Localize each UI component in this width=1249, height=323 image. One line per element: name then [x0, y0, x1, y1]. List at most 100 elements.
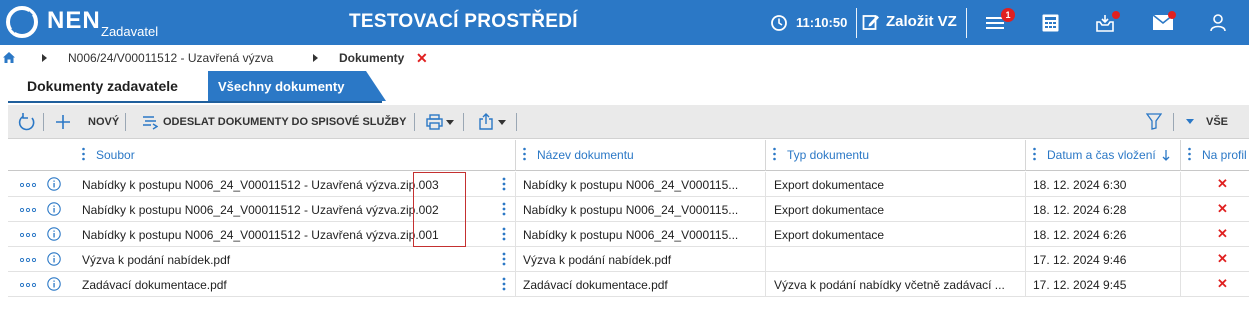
info-icon[interactable] [47, 252, 61, 266]
export-icon[interactable] [478, 113, 494, 130]
session-clock: 11:10:50 [796, 15, 848, 30]
cell-divider [515, 222, 516, 247]
not-on-profile-icon: ✕ [1217, 176, 1228, 191]
view-all-button[interactable]: VŠE [1206, 116, 1228, 128]
send-list-icon[interactable] [142, 114, 158, 130]
toolbar-divider [516, 113, 517, 131]
header-divider [856, 8, 857, 38]
tab-all-documents[interactable]: Všechny dokumenty [218, 79, 344, 94]
column-header-document-name[interactable]: Název dokumentu [537, 148, 634, 162]
cell-date: 17. 12. 2024 9:46 [1033, 253, 1127, 267]
more-options-icon[interactable] [20, 208, 36, 212]
cell-divider [1180, 197, 1181, 222]
filter-icon[interactable] [1146, 113, 1162, 130]
edit-icon[interactable] [862, 13, 880, 31]
table-row[interactable]: Zadávací dokumentace.pdf Zadávací dokumen… [8, 272, 1249, 297]
logo-text: NEN [47, 7, 101, 34]
column-header-document-type[interactable]: Typ dokumentu [787, 148, 869, 162]
calculator-icon[interactable] [1042, 14, 1059, 32]
table-header: Soubor Název dokumentu Typ dokumentu Dat… [8, 140, 1249, 171]
cell-file[interactable]: Zadávací dokumentace.pdf [82, 278, 492, 292]
cell-date: 18. 12. 2024 6:28 [1033, 203, 1127, 217]
more-options-icon[interactable] [20, 233, 36, 237]
column-divider [1180, 140, 1181, 171]
not-on-profile-icon: ✕ [1217, 251, 1228, 266]
cell-document-type: Export dokumentace [774, 178, 885, 192]
home-icon[interactable] [3, 52, 15, 63]
more-options-icon[interactable] [20, 283, 36, 287]
info-icon[interactable] [47, 277, 61, 291]
row-menu-icon[interactable] [502, 177, 506, 191]
nen-logo-icon[interactable] [4, 4, 40, 40]
column-menu-icon[interactable] [523, 147, 526, 161]
cell-divider [515, 272, 516, 297]
close-icon[interactable]: ✕ [416, 50, 428, 67]
plus-icon[interactable] [55, 114, 71, 130]
breadcrumb: N006/24/V00011512 - Uzavřená výzva Dokum… [0, 45, 1249, 71]
tab-underline [8, 101, 382, 103]
cell-divider [1180, 172, 1181, 197]
logo-subtitle: Zadavatel [101, 24, 159, 39]
info-icon[interactable] [47, 202, 61, 216]
column-menu-icon[interactable] [773, 147, 776, 161]
column-menu-icon[interactable] [82, 147, 85, 161]
send-to-records-button[interactable]: ODESLAT DOKUMENTY DO SPISOVÉ SLUŽBY [163, 116, 406, 128]
column-menu-icon[interactable] [1188, 147, 1191, 161]
table-row[interactable]: Nabídky k postupu N006_24_V00011512 - Uz… [8, 197, 1249, 222]
toolbar-divider [414, 113, 415, 131]
cell-document-type: Export dokumentace [774, 203, 885, 217]
row-menu-icon[interactable] [502, 202, 506, 216]
cell-document-type: Export dokumentace [774, 228, 885, 242]
column-header-date[interactable]: Datum a čas vložení [1047, 148, 1156, 162]
column-header-file[interactable]: Soubor [96, 148, 135, 162]
info-icon[interactable] [47, 177, 61, 191]
chevron-down-icon[interactable] [1186, 119, 1194, 124]
chevron-right-icon [42, 54, 47, 62]
column-menu-icon[interactable] [1033, 147, 1036, 161]
cell-divider [1025, 197, 1026, 222]
cell-divider [765, 197, 766, 222]
user-icon[interactable] [1210, 14, 1226, 32]
notification-badge: 1 [1001, 8, 1015, 22]
cell-file[interactable]: Výzva k podání nabídek.pdf [82, 253, 492, 267]
environment-title: TESTOVACÍ PROSTŘEDÍ [349, 11, 578, 32]
row-menu-icon[interactable] [502, 252, 506, 266]
breadcrumb-item-contract[interactable]: N006/24/V00011512 - Uzavřená výzva [68, 51, 273, 65]
sort-descending-icon[interactable] [1162, 150, 1170, 161]
column-divider [765, 140, 766, 171]
print-icon[interactable] [426, 114, 443, 130]
cell-document-type: Výzva k podání nabídky včetně zadávací .… [774, 278, 1005, 292]
tab-issuer-documents[interactable]: Dokumenty zadavatele [8, 71, 208, 103]
column-divider [515, 140, 516, 171]
table-row[interactable]: Výzva k podání nabídek.pdf Výzva k podání… [8, 247, 1249, 272]
inbox-alert-dot [1112, 11, 1120, 19]
cell-divider [765, 272, 766, 297]
toolbar-divider [463, 113, 464, 131]
toolbar-divider [125, 113, 126, 131]
cell-divider [765, 247, 766, 272]
table-row[interactable]: Nabídky k postupu N006_24_V00011512 - Uz… [8, 172, 1249, 197]
chevron-down-icon[interactable] [498, 120, 506, 125]
row-menu-icon[interactable] [502, 227, 506, 241]
chevron-down-icon[interactable] [446, 120, 454, 125]
refresh-icon[interactable] [18, 113, 36, 131]
chevron-right-icon [313, 54, 318, 62]
more-options-icon[interactable] [20, 258, 36, 262]
file-extension-highlight [413, 172, 466, 247]
cell-document-name: Nabídky k postupu N006_24_V000115... [523, 203, 739, 217]
toolbar-divider [43, 113, 44, 131]
create-contract-button[interactable]: Založit VZ [886, 13, 957, 30]
cell-divider [515, 197, 516, 222]
more-options-icon[interactable] [20, 183, 36, 187]
not-on-profile-icon: ✕ [1217, 226, 1228, 241]
column-header-profile[interactable]: Na profil [1202, 148, 1247, 162]
table-row[interactable]: Nabídky k postupu N006_24_V00011512 - Uz… [8, 222, 1249, 247]
cell-date: 18. 12. 2024 6:30 [1033, 178, 1127, 192]
not-on-profile-icon: ✕ [1217, 201, 1228, 216]
row-menu-icon[interactable] [502, 277, 506, 291]
cell-divider [515, 247, 516, 272]
new-button[interactable]: NOVÝ [88, 116, 119, 128]
mail-alert-dot [1168, 11, 1176, 19]
cell-document-name: Nabídky k postupu N006_24_V000115... [523, 228, 739, 242]
info-icon[interactable] [47, 227, 61, 241]
